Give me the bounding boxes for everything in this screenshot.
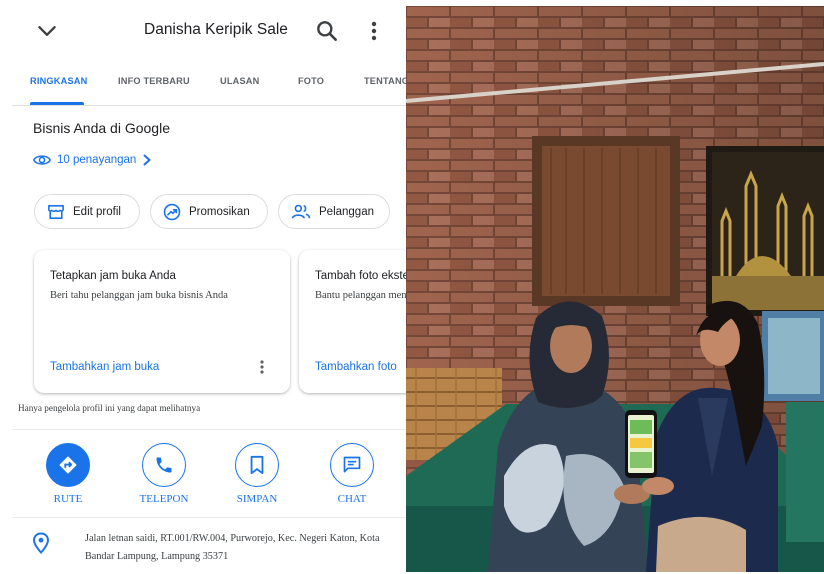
hours-card: Tetapkan jam buka Anda Beri tahu pelangg… bbox=[34, 250, 290, 393]
owner-only-note: Hanya pengelola profil ini yang dapat me… bbox=[18, 403, 201, 413]
active-tab-indicator bbox=[30, 102, 84, 105]
edit-profile-chip[interactable]: Edit profil bbox=[34, 194, 140, 229]
mosque-tapestry bbox=[706, 146, 824, 316]
app-bar: Danisha Keripik Sale bbox=[12, 6, 406, 54]
tab-bar: RINGKASAN INFO TERBARU ULASAN FOTO TENTA… bbox=[12, 62, 406, 106]
add-photo-link[interactable]: Tambahkan foto bbox=[315, 361, 397, 373]
views-link[interactable]: 10 penayangan bbox=[33, 151, 152, 169]
chip-label: Promosikan bbox=[189, 205, 250, 218]
card-title: Tambah foto eksterior bbox=[315, 270, 406, 282]
directions-icon bbox=[59, 456, 77, 474]
chip-label: Pelanggan bbox=[319, 205, 374, 218]
location-pin-icon bbox=[32, 532, 50, 554]
business-name-title: Danisha Keripik Sale bbox=[144, 21, 288, 38]
action-label: CHAT bbox=[337, 493, 367, 505]
bookmark-icon bbox=[250, 455, 264, 475]
card-description: Beri tahu pelanggan jam buka bisnis Anda bbox=[50, 290, 228, 301]
card-title: Tetapkan jam buka Anda bbox=[50, 270, 176, 282]
eye-icon bbox=[33, 155, 51, 165]
action-label: TELEPON bbox=[139, 493, 189, 505]
chat-icon bbox=[343, 456, 361, 473]
customers-chip[interactable]: Pelanggan bbox=[278, 194, 390, 229]
card-description: Bantu pelanggan menemukan bisnis Anda bbox=[315, 290, 406, 301]
search-icon[interactable] bbox=[314, 18, 340, 44]
more-vert-icon[interactable] bbox=[364, 18, 384, 44]
photo-illustration bbox=[406, 6, 824, 572]
business-address[interactable]: Jalan letnan saidi, RT.001/RW.004, Purwo… bbox=[85, 530, 385, 566]
photo-card: Tambah foto eksterior Bantu pelanggan me… bbox=[299, 250, 406, 393]
tab-foto[interactable]: FOTO bbox=[298, 76, 324, 86]
tab-ringkasan[interactable]: RINGKASAN bbox=[30, 76, 87, 86]
storefront-icon bbox=[48, 204, 64, 219]
chip-label: Edit profil bbox=[73, 205, 121, 218]
tab-tentang[interactable]: TENTANG bbox=[364, 76, 406, 86]
call-button[interactable]: TELEPON bbox=[129, 443, 199, 505]
views-count: 10 penayangan bbox=[57, 154, 137, 166]
chevron-right-icon bbox=[143, 154, 151, 166]
more-vert-icon[interactable] bbox=[256, 358, 268, 376]
business-profile-screen: Danisha Keripik Sale RINGKASAN INFO TERB… bbox=[12, 6, 406, 572]
action-label: RUTE bbox=[53, 493, 83, 505]
chevron-down-icon[interactable] bbox=[34, 18, 60, 44]
save-button[interactable]: SIMPAN bbox=[222, 443, 292, 505]
divider bbox=[12, 429, 406, 430]
phone-icon bbox=[156, 457, 172, 473]
tab-info-terbaru[interactable]: INFO TERBARU bbox=[118, 76, 190, 86]
promote-chip[interactable]: Promosikan bbox=[150, 194, 268, 229]
chat-button[interactable]: CHAT bbox=[317, 443, 387, 505]
tab-ulasan[interactable]: ULASAN bbox=[220, 76, 259, 86]
action-label: SIMPAN bbox=[236, 493, 278, 505]
trending-up-icon bbox=[163, 203, 181, 220]
people-icon bbox=[291, 204, 311, 218]
add-hours-link[interactable]: Tambahkan jam buka bbox=[50, 361, 159, 373]
divider bbox=[12, 517, 406, 518]
directions-button[interactable]: RUTE bbox=[33, 443, 103, 505]
wooden-window bbox=[532, 136, 680, 306]
business-owner-photo bbox=[406, 6, 824, 572]
section-title: Bisnis Anda di Google bbox=[33, 120, 170, 136]
